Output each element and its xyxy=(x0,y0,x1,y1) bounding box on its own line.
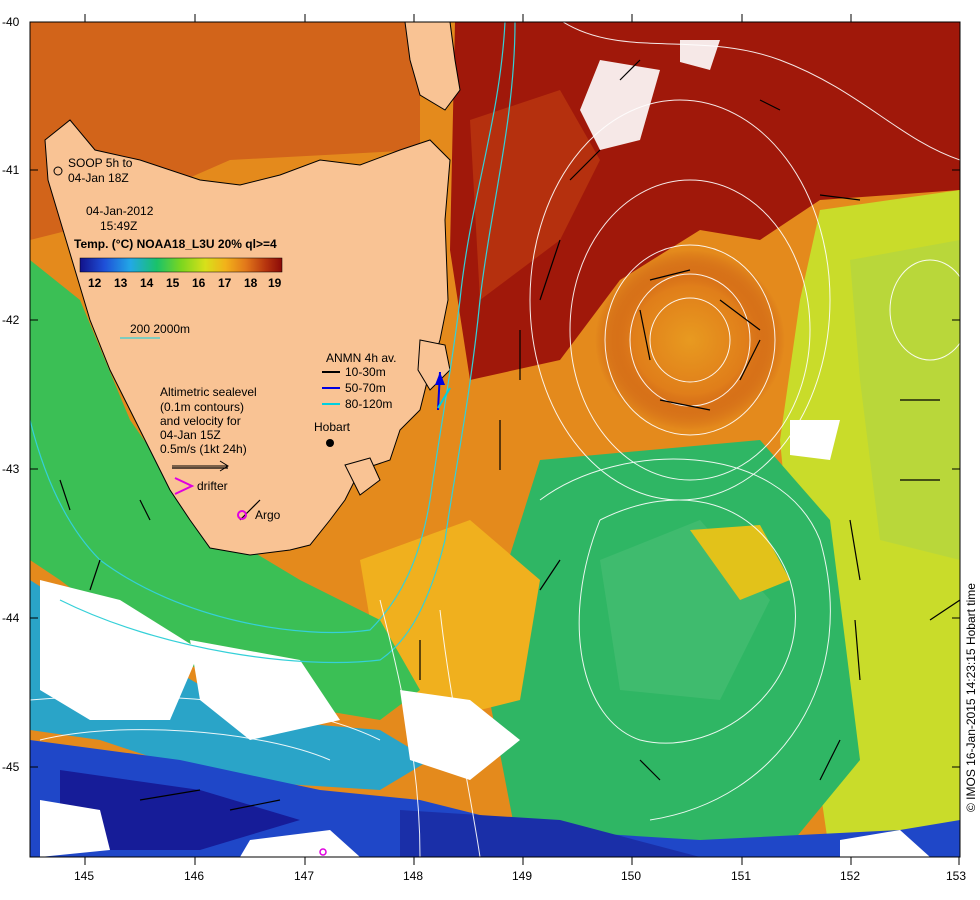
drifter-label: drifter xyxy=(197,479,228,493)
cb-tick-13: 13 xyxy=(114,276,128,290)
lon-tick-147: 147 xyxy=(294,869,314,883)
anmn-label-3: 80-120m xyxy=(345,397,392,411)
lat-tick-44: -44 xyxy=(2,611,20,625)
cb-tick-14: 14 xyxy=(140,276,154,290)
sst-colorbar xyxy=(79,257,283,273)
soop-label-1: SOOP 5h to xyxy=(68,156,133,170)
depth-contour-label: 200 2000m xyxy=(130,322,190,336)
lon-tick-150: 150 xyxy=(621,869,641,883)
sst-title: Temp. (°C) NOAA18_L3U 20% ql>=4 xyxy=(74,237,277,251)
altimetry-line-5: 0.5m/s (1kt 24h) xyxy=(160,442,247,456)
argo-label: Argo xyxy=(255,508,281,522)
altimetry-line-4: 04-Jan 15Z xyxy=(160,428,221,442)
map-date: 04-Jan-2012 xyxy=(86,204,154,218)
soop-label-2: 04-Jan 18Z xyxy=(68,171,129,185)
anmn-label-2: 50-70m xyxy=(345,381,386,395)
cb-tick-17: 17 xyxy=(218,276,232,290)
lon-tick-148: 148 xyxy=(403,869,423,883)
cb-tick-19: 19 xyxy=(268,276,282,290)
lon-tick-149: 149 xyxy=(512,869,532,883)
cb-tick-15: 15 xyxy=(166,276,180,290)
lon-tick-152: 152 xyxy=(840,869,860,883)
lon-tick-151: 151 xyxy=(731,869,751,883)
cb-tick-12: 12 xyxy=(88,276,102,290)
lon-tick-146: 146 xyxy=(184,869,204,883)
map-time: 15:49Z xyxy=(100,219,137,233)
lat-tick-42: -42 xyxy=(2,313,20,327)
altimetry-line-3: and velocity for xyxy=(160,414,241,428)
lat-tick-40: -40 xyxy=(2,15,20,29)
cb-tick-18: 18 xyxy=(244,276,258,290)
sst-map: -40 -41 -42 -43 -44 -45 145 146 147 148 … xyxy=(2,14,978,883)
cb-tick-16: 16 xyxy=(192,276,206,290)
city-label-hobart: Hobart xyxy=(314,420,351,434)
altimetry-line-2: (0.1m contours) xyxy=(160,400,244,414)
lon-tick-145: 145 xyxy=(74,869,94,883)
altimetry-line-1: Altimetric sealevel xyxy=(160,385,257,399)
anmn-label-1: 10-30m xyxy=(345,365,386,379)
lat-tick-43: -43 xyxy=(2,462,20,476)
anmn-title: ANMN 4h av. xyxy=(326,351,396,365)
lat-tick-45: -45 xyxy=(2,760,20,774)
lat-tick-41: -41 xyxy=(2,163,20,177)
hobart-marker xyxy=(326,439,334,447)
credit-text: © IMOS 16-Jan-2015 14:23:15 Hobart time xyxy=(964,583,978,812)
lon-tick-153: 153 xyxy=(946,869,966,883)
